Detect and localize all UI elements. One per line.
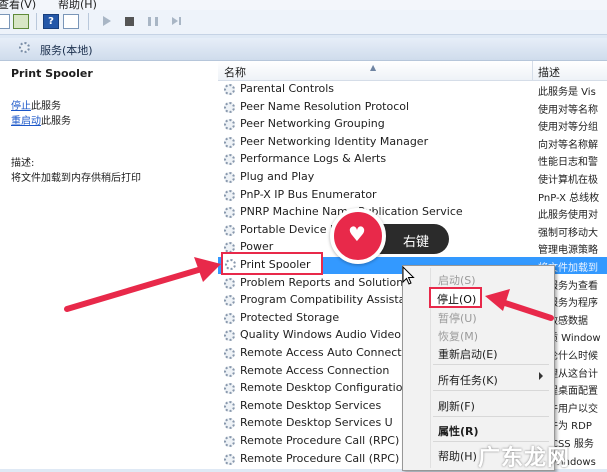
arrow-to-stop-icon — [485, 289, 554, 321]
arrow-to-print-spooler-icon — [64, 257, 221, 312]
annotation-arrows — [64, 257, 554, 321]
watermark: 广东龙网 — [478, 446, 571, 471]
